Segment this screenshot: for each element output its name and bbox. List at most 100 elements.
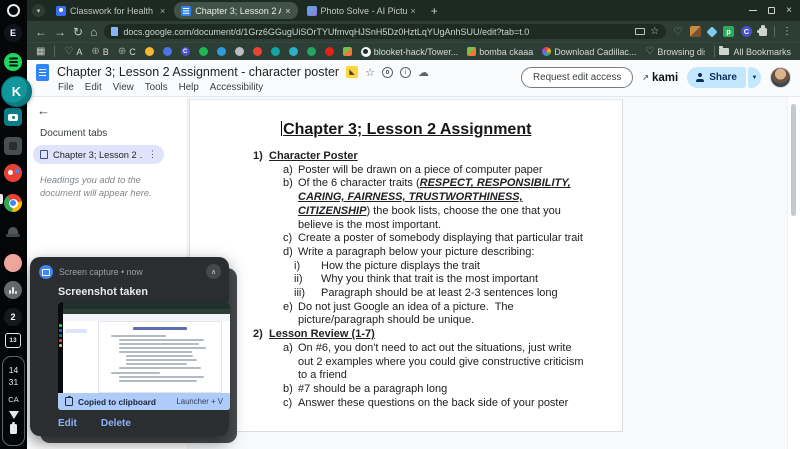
doc-line[interactable]: b)Of the 6 character traits (RESPECT, RE… <box>190 177 622 191</box>
doc-line[interactable]: CITIZENSHIP) the book lists, choose the … <box>190 205 622 219</box>
tab-close-icon[interactable]: × <box>160 6 165 16</box>
minimize-button[interactable] <box>749 10 757 12</box>
prodigy-extension-icon[interactable]: p <box>723 26 734 37</box>
scrollbar-thumb[interactable] <box>791 104 796 216</box>
spotify-icon[interactable] <box>4 53 22 71</box>
new-tab-button[interactable]: + <box>431 4 438 18</box>
launcher-icon[interactable] <box>7 4 20 17</box>
star-document-icon[interactable]: ☆ <box>365 66 375 79</box>
url-text[interactable]: docs.google.com/document/d/1Grz6GGugUiSO… <box>123 27 630 37</box>
diamond-extension-icon[interactable] <box>706 26 717 37</box>
scrollbar[interactable] <box>787 97 800 449</box>
doc-heading[interactable]: Chapter 3; Lesson 2 Assignment <box>190 121 622 139</box>
doc-line[interactable]: believe is the most important. <box>190 219 622 233</box>
bookmark-item[interactable]: ♡Browsing disabled <box>645 46 705 57</box>
view-only-lock-icon[interactable] <box>382 67 393 78</box>
doc-line[interactable]: e)Do not just Google an idea of a pictur… <box>190 301 622 315</box>
bookmark-item[interactable]: blooket-hack/Tower... <box>361 47 459 57</box>
screenshot-tool-icon[interactable] <box>4 137 22 155</box>
kami-badge-icon[interactable]: ◣ <box>346 66 358 78</box>
hat-app-icon[interactable] <box>4 224 22 242</box>
tab-options-icon[interactable]: ⋮ <box>148 149 157 160</box>
doc-line[interactable]: c)Answer these questions on the back sid… <box>190 397 622 411</box>
doc-line[interactable]: b)#7 should be a paragraph long <box>190 383 622 397</box>
doc-line[interactable]: to a friend <box>190 369 622 383</box>
heart-extension-icon[interactable]: ♡ <box>673 25 683 38</box>
menu-view[interactable]: View <box>113 82 134 93</box>
doc-line[interactable]: i)How the picture displays the trait <box>190 260 622 274</box>
bookmark-item[interactable] <box>307 47 316 56</box>
screenshot-notification[interactable]: Screen capture • now ∧ Screenshot taken <box>30 257 229 436</box>
maximize-button[interactable] <box>768 7 775 14</box>
back-icon[interactable]: ← <box>35 26 47 38</box>
menu-help[interactable]: Help <box>179 82 199 93</box>
chrome-icon[interactable] <box>4 194 22 212</box>
address-bar[interactable]: docs.google.com/document/d/1Grz6GGugUiSO… <box>104 24 666 39</box>
browser-tab[interactable]: Chapter 3; Lesson 2 Assignme× <box>174 2 297 19</box>
forward-icon[interactable]: → <box>54 26 66 38</box>
all-bookmarks[interactable]: All Bookmarks <box>714 46 791 57</box>
tab-close-icon[interactable]: × <box>411 6 416 16</box>
doc-line[interactable]: d)Write a paragraph below your picture d… <box>190 246 622 260</box>
doc-line[interactable]: picture/paragraph should be unique. <box>190 314 622 328</box>
media-app-icon[interactable] <box>4 164 22 182</box>
status-tray[interactable]: 14 31 CA <box>2 356 25 446</box>
extensions-puzzle-icon[interactable] <box>759 28 767 36</box>
bookmark-item[interactable] <box>235 47 244 56</box>
doc-line[interactable]: iii)Paragraph should be at least 2-3 sen… <box>190 287 622 301</box>
bookmark-item[interactable] <box>325 47 334 56</box>
bookmark-item[interactable] <box>271 47 280 56</box>
browser-tab[interactable]: Classwork for Health - Wellnes× <box>49 2 172 19</box>
teal-app-icon[interactable] <box>4 108 22 126</box>
menu-edit[interactable]: Edit <box>85 82 102 93</box>
bookmark-item[interactable]: ⊕C <box>118 46 136 57</box>
bookmark-item[interactable] <box>145 47 154 56</box>
bookmark-item[interactable]: Download Cadillac... <box>542 47 636 57</box>
stats-app-icon[interactable] <box>4 281 22 299</box>
share-button[interactable]: Share <box>687 67 746 88</box>
close-window-button[interactable]: × <box>786 6 792 16</box>
bookmark-item[interactable] <box>343 47 352 56</box>
bookmark-item[interactable]: bomba ckaaa <box>467 47 533 57</box>
save-status-cloud-icon[interactable]: ☁ <box>418 66 429 79</box>
bookmark-item[interactable] <box>217 47 226 56</box>
home-icon[interactable]: ⌂ <box>90 26 97 38</box>
doc-line[interactable]: ii)Why you think that trait is the most … <box>190 273 622 287</box>
browser-menu-icon[interactable]: ⋮ <box>782 27 792 37</box>
bookmark-item[interactable] <box>289 47 298 56</box>
browser-tab[interactable]: Photo Solve - AI Picture Answ× <box>300 2 423 19</box>
document-title[interactable]: Chapter 3; Lesson 2 Assignment - charact… <box>57 65 339 79</box>
tab-search-icon[interactable]: ▾ <box>32 4 45 17</box>
edit-screenshot-button[interactable]: Edit <box>58 418 77 429</box>
reload-icon[interactable]: ↻ <box>73 26 83 38</box>
kami-open-button[interactable]: ↗ kami <box>642 72 678 84</box>
app-e-icon[interactable]: E <box>4 24 22 42</box>
collapse-notification-icon[interactable]: ∧ <box>206 264 221 279</box>
doc-body[interactable]: 1)Character Postera)Poster will be drawn… <box>190 150 622 410</box>
screenshot-thumbnail[interactable]: Copied to clipboard Launcher + V <box>58 302 230 410</box>
badge-app-icon[interactable]: 2 <box>4 308 22 326</box>
c-extension-icon[interactable]: C <box>741 26 752 37</box>
menu-tools[interactable]: Tools <box>145 82 168 93</box>
bookmark-item[interactable] <box>199 47 208 56</box>
menu-file[interactable]: File <box>58 82 74 93</box>
delete-screenshot-button[interactable]: Delete <box>101 418 131 429</box>
info-icon[interactable]: i <box>400 67 411 78</box>
sprite-extension-icon[interactable] <box>690 26 701 37</box>
bookmark-item[interactable]: C <box>181 47 190 56</box>
pink-app-icon[interactable] <box>4 254 22 272</box>
request-edit-access-button[interactable]: Request edit access <box>521 67 633 88</box>
doc-line[interactable]: out 2 examples where you could give cons… <box>190 356 622 370</box>
calendar-icon[interactable]: 13 <box>5 333 21 348</box>
apps-grid-icon[interactable]: ▦ <box>36 46 45 57</box>
bookmark-item[interactable] <box>163 47 172 56</box>
doc-line[interactable]: CARING, FAIRNESS, TRUSTWORTHINESS, <box>190 191 622 205</box>
bookmark-star-icon[interactable]: ☆ <box>650 27 659 37</box>
bookmark-item[interactable]: ♡A <box>64 46 82 57</box>
share-dropdown-button[interactable]: ▼ <box>748 67 761 88</box>
document-page[interactable]: Chapter 3; Lesson 2 Assignment 1)Charact… <box>189 99 623 432</box>
send-to-device-icon[interactable] <box>635 28 645 35</box>
bookmark-item[interactable] <box>253 47 262 56</box>
document-tab-item[interactable]: Chapter 3; Lesson 2 … ⋮ <box>33 145 164 164</box>
tab-close-icon[interactable]: × <box>285 6 290 16</box>
